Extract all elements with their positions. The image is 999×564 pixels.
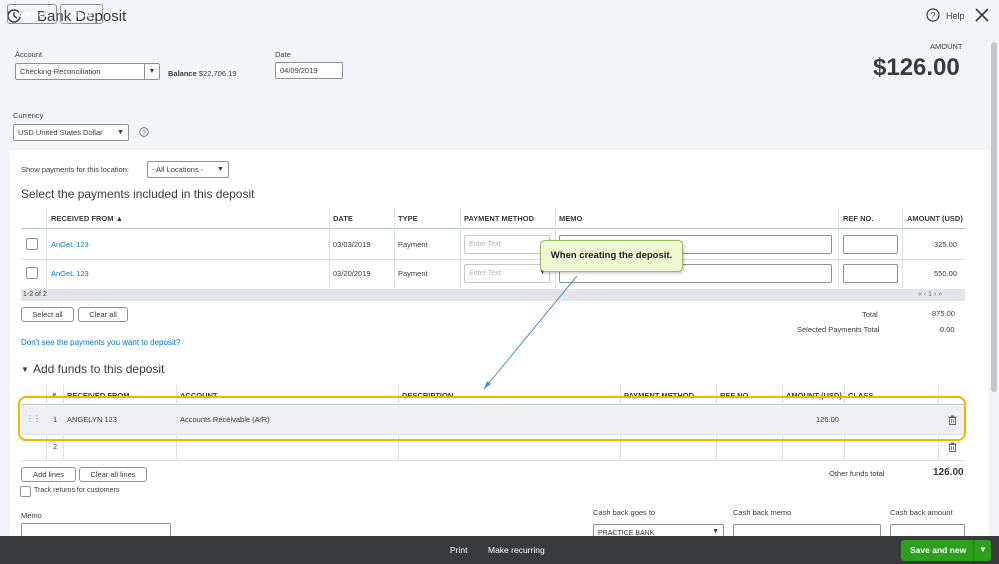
callout-arrow — [483, 275, 578, 390]
save-and-new-label: Save and new — [910, 545, 967, 555]
callout-note: When creating the deposit. — [540, 240, 683, 272]
print-button[interactable]: Print — [450, 545, 467, 555]
split-divider — [973, 540, 974, 561]
other-total-label: Other funds total — [829, 469, 885, 478]
cash-back-goes-label: Cash back goes to — [593, 508, 656, 517]
cash-back-amount-label: Cash back amount — [890, 508, 953, 517]
make-recurring-button[interactable]: Make recurring — [488, 545, 545, 555]
chevron-down-icon: ▼ — [712, 528, 719, 535]
cancel-button[interactable]: Cancel — [7, 4, 57, 24]
track-returns-checkbox[interactable] — [20, 486, 31, 497]
track-returns-label: Track returns for customers — [34, 487, 120, 494]
clear-button[interactable]: Clear — [60, 4, 103, 24]
memo-label: Memo — [21, 511, 42, 520]
add-lines-button[interactable]: Add lines — [21, 467, 76, 482]
save-and-new-button[interactable]: Save and new ▼ — [901, 540, 991, 561]
cash-back-memo-label: Cash back memo — [733, 508, 792, 517]
clear-all-lines-button[interactable]: Clear all lines — [79, 467, 147, 482]
other-total-value: 126.00 — [933, 467, 964, 478]
chevron-down-icon[interactable]: ▼ — [979, 545, 987, 554]
